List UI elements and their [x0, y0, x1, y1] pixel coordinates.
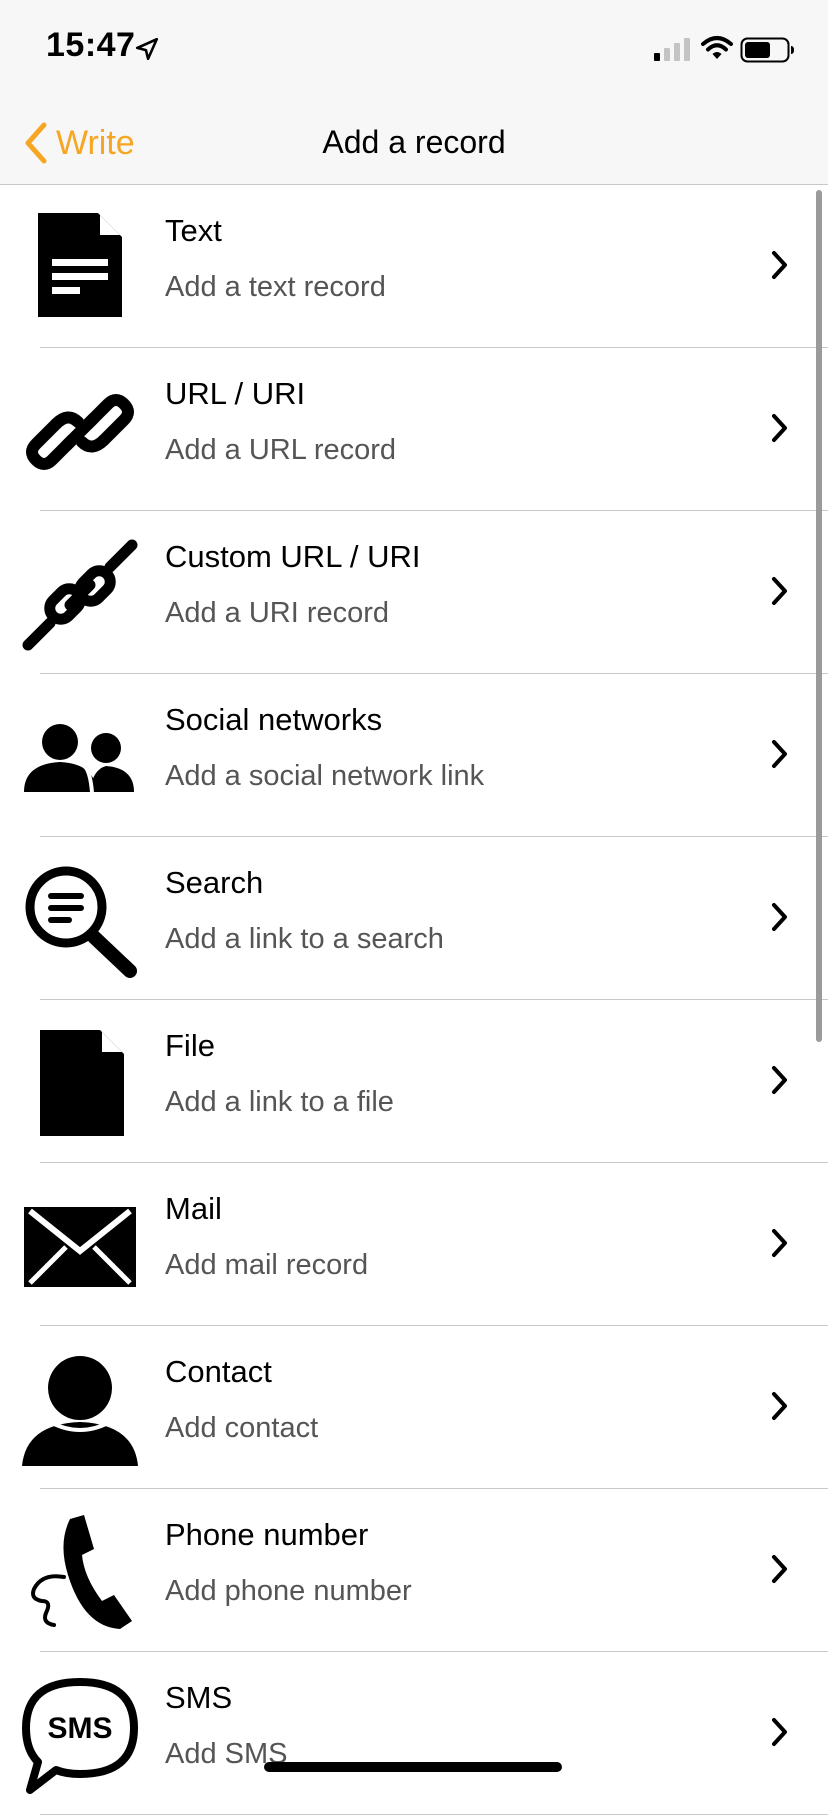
list-item-search[interactable]: Search Add a link to a search: [0, 837, 828, 1000]
chevron-right-icon: [772, 1718, 787, 1746]
list-item-title: SMS: [165, 1680, 233, 1715]
list-item-social[interactable]: Social networks Add a social network lin…: [0, 674, 828, 837]
search-icon: [22, 863, 138, 979]
list-item-subtitle: Add a text record: [165, 271, 386, 303]
location-arrow-icon: [135, 37, 159, 61]
list-item-mail[interactable]: Mail Add mail record: [0, 1163, 828, 1326]
list-item-url[interactable]: URL / URI Add a URL record: [0, 348, 828, 511]
list-item-title: URL / URI: [165, 376, 306, 411]
sms-icon-text: SMS: [47, 1712, 112, 1745]
list-item-title: Mail: [165, 1191, 222, 1226]
phone-icon: [22, 1515, 138, 1631]
record-type-list: Text Add a text record URL / URI Add a U…: [0, 185, 828, 1815]
list-item-subtitle: Add contact: [165, 1412, 319, 1444]
custom-link-icon: [22, 537, 138, 653]
chevron-right-icon: [772, 1066, 787, 1094]
chevron-right-icon: [772, 903, 787, 931]
list-item-contact[interactable]: Contact Add contact: [0, 1326, 828, 1489]
people-icon: [22, 700, 138, 816]
list-item-subtitle: Add phone number: [165, 1575, 412, 1607]
scrollbar[interactable]: [816, 190, 822, 1042]
sms-icon: SMS: [22, 1678, 138, 1794]
file-icon: [22, 1026, 138, 1142]
link-icon: [22, 374, 138, 490]
wifi-icon: [701, 36, 733, 59]
list-item-sms[interactable]: SMS SMS Add SMS: [0, 1652, 828, 1815]
list-item-subtitle: Add a social network link: [165, 760, 485, 792]
chevron-right-icon: [772, 1555, 787, 1583]
list-item-title: Custom URL / URI: [165, 539, 421, 574]
list-item-subtitle: Add a URL record: [165, 434, 397, 466]
page-title: Add a record: [322, 124, 506, 160]
battery-icon: [740, 37, 794, 63]
list-item-subtitle: Add a URI record: [165, 597, 390, 629]
list-item-title: Social networks: [165, 702, 383, 737]
status-bar: 15:47: [0, 0, 828, 100]
chevron-right-icon: [772, 740, 787, 768]
home-indicator[interactable]: [264, 1762, 562, 1772]
list-item-file[interactable]: File Add a link to a file: [0, 1000, 828, 1163]
chevron-right-icon: [772, 251, 787, 279]
list-item-custom-url[interactable]: Custom URL / URI Add a URI record: [0, 511, 828, 674]
list-item-subtitle: Add mail record: [165, 1249, 369, 1281]
chevron-right-icon: [772, 577, 787, 605]
chevron-right-icon: [772, 1229, 787, 1257]
contact-icon: [22, 1352, 138, 1468]
list-item-title: Text: [165, 213, 222, 248]
list-item-subtitle: Add a link to a file: [165, 1086, 394, 1118]
mail-icon: [22, 1189, 138, 1305]
list-item-title: File: [165, 1028, 215, 1063]
status-time: 15:47: [46, 26, 136, 64]
document-icon: [22, 211, 138, 327]
list-item-title: Search: [165, 865, 264, 900]
chevron-right-icon: [772, 1392, 787, 1420]
list-item-title: Phone number: [165, 1517, 369, 1552]
signal-icon: [654, 38, 690, 61]
list-item-text[interactable]: Text Add a text record: [0, 185, 828, 348]
list-item-title: Contact: [165, 1354, 272, 1389]
list-item-phone[interactable]: Phone number Add phone number: [0, 1489, 828, 1652]
navigation-bar: Write Add a record: [0, 100, 828, 185]
chevron-right-icon: [772, 414, 787, 442]
list-item-subtitle: Add a link to a search: [165, 923, 444, 955]
